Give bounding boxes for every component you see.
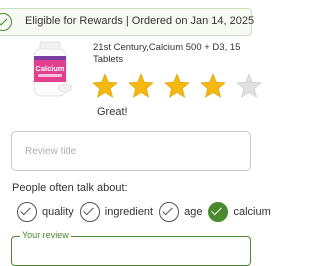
topic-chip[interactable]: ingredient	[79, 202, 154, 224]
review-title-placeholder: Review title	[25, 146, 77, 157]
check-circle-icon	[0, 13, 12, 31]
product-name: 21st Century,Calcium 500 + D3, 15 mcg (6…	[93, 42, 243, 66]
review-title-input[interactable]: Review title	[11, 131, 251, 171]
often-talk-label: People often talk about:	[12, 182, 128, 194]
topic-chip-label: ingredient	[104, 206, 154, 218]
product-image: Calcium	[33, 41, 73, 97]
product-name-line2: Tablets	[93, 54, 124, 65]
rewards-banner-text: Eligible for Rewards | Ordered on Jan 14…	[25, 15, 255, 27]
star-icon[interactable]	[235, 72, 263, 100]
topic-chip[interactable]: calcium	[208, 202, 271, 224]
rating-label: Great!	[97, 106, 128, 118]
star-icon[interactable]	[199, 72, 227, 100]
product-label-text: Calcium	[35, 64, 65, 73]
check-circle-icon	[208, 202, 229, 222]
rewards-banner: Eligible for Rewards | Ordered on Jan 14…	[0, 8, 255, 36]
your-review-input[interactable]	[11, 236, 251, 266]
product-name-line1: 21st Century,Calcium 500 + D3, 15 mcg (6…	[93, 42, 243, 53]
topic-chip[interactable]: age	[159, 202, 202, 224]
check-circle-icon	[17, 202, 37, 222]
check-circle-icon	[79, 202, 100, 222]
topic-chip-label: calcium	[233, 206, 271, 218]
star-rating[interactable]	[91, 72, 271, 102]
topic-chip[interactable]: quality	[17, 202, 74, 224]
star-icon[interactable]	[127, 72, 155, 100]
star-icon[interactable]	[163, 72, 191, 100]
topic-chips: quality ingredient age calcium	[17, 202, 277, 224]
topic-chip-label: quality	[42, 206, 74, 218]
star-icon[interactable]	[91, 72, 119, 100]
topic-chip-label: age	[184, 206, 203, 218]
check-circle-icon	[159, 202, 180, 222]
your-review-label: Your review	[20, 230, 71, 240]
